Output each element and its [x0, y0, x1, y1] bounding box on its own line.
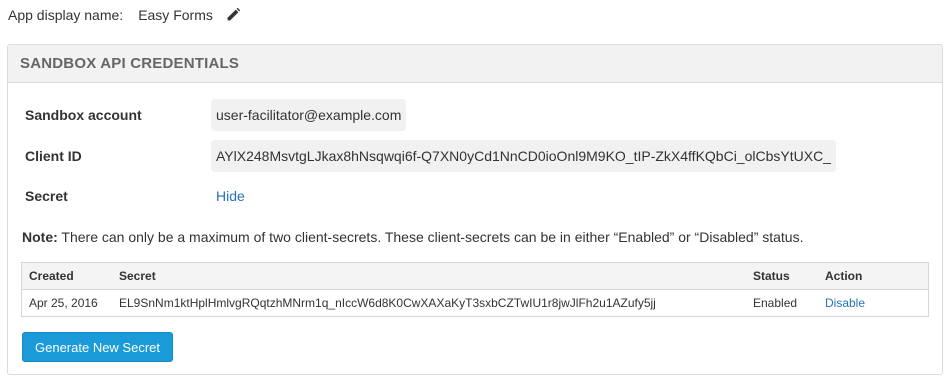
column-header-action: Action	[818, 262, 929, 290]
column-header-secret: Secret	[112, 262, 746, 290]
secret-label: Secret	[25, 188, 68, 204]
generate-new-secret-button[interactable]: Generate New Secret	[22, 332, 174, 362]
client-secret-note: Note: There can only be a maximum of two…	[22, 229, 804, 245]
secret-status: Enabled	[753, 296, 798, 310]
secret-created-date: Apr 25, 2016	[29, 296, 98, 310]
client-id-value: AYlX248MsvtgLJkax8hNsqwqi6f-Q7XN0yCd1NnC…	[211, 140, 836, 172]
sandbox-account-label: Sandbox account	[25, 107, 142, 123]
pencil-icon[interactable]	[225, 7, 241, 23]
app-display-name-row: App display name: Easy Forms	[8, 5, 241, 25]
note-label: Note:	[22, 229, 58, 245]
app-display-name-label: App display name:	[8, 7, 124, 23]
hide-secret-link[interactable]: Hide	[211, 188, 245, 204]
sandbox-account-value: user-facilitator@example.com	[211, 99, 407, 131]
client-id-label: Client ID	[25, 148, 82, 164]
secret-row: Secret Hide	[25, 180, 245, 212]
secret-value: EL9SnNm1ktHplHmlvgRQqtzhMNrm1q_nIccW6d8K…	[119, 296, 656, 310]
table-row: Apr 25, 2016 EL9SnNm1ktHplHmlvgRQqtzhMNr…	[22, 290, 929, 317]
column-header-status: Status	[746, 262, 818, 290]
client-secrets-table: Created Secret Status Action Apr 25, 201…	[21, 262, 929, 317]
disable-secret-link[interactable]: Disable	[825, 296, 865, 310]
client-id-row: Client ID AYlX248MsvtgLJkax8hNsqwqi6f-Q7…	[25, 140, 836, 172]
sandbox-credentials-panel: SANDBOX API CREDENTIALS Sandbox account …	[7, 44, 943, 375]
note-text: There can only be a maximum of two clien…	[57, 229, 804, 245]
column-header-created: Created	[21, 262, 112, 290]
table-header-row: Created Secret Status Action	[21, 262, 929, 290]
panel-title: SANDBOX API CREDENTIALS	[8, 45, 942, 83]
app-display-name-value: Easy Forms	[138, 7, 213, 23]
sandbox-account-row: Sandbox account user-facilitator@example…	[25, 99, 407, 131]
